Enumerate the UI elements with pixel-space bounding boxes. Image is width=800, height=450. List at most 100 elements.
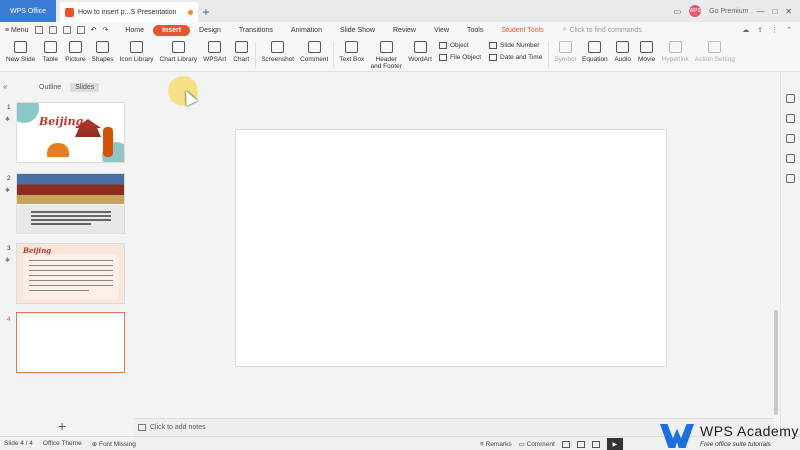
tab-slides[interactable]: Slides bbox=[70, 83, 100, 92]
pane-tabs: Outline Slides bbox=[34, 83, 100, 92]
file-object-button[interactable]: File Object bbox=[438, 54, 481, 61]
audio-icon bbox=[616, 41, 630, 53]
remarks-button[interactable]: ≡ Remarks bbox=[480, 441, 512, 448]
collapse-ribbon-icon[interactable]: ⌃ bbox=[786, 26, 792, 34]
undo-icon[interactable]: ↶ bbox=[91, 26, 97, 34]
shapes-button[interactable]: Shapes bbox=[89, 38, 117, 63]
font-missing-button[interactable]: ⊕ Font Missing bbox=[92, 440, 136, 448]
wordart-button[interactable]: WordArt bbox=[405, 38, 435, 63]
tab-tools[interactable]: Tools bbox=[458, 25, 492, 36]
tab-design[interactable]: Design bbox=[190, 25, 230, 36]
reading-view-icon[interactable] bbox=[591, 440, 600, 448]
print-icon[interactable] bbox=[62, 26, 71, 34]
wordart-icon bbox=[413, 41, 427, 53]
tab-student-tools[interactable]: Student Tools bbox=[492, 25, 552, 36]
table-button[interactable]: Table bbox=[38, 38, 62, 63]
tab-outline[interactable]: Outline bbox=[34, 83, 66, 92]
redo-icon[interactable]: ↷ bbox=[102, 26, 108, 34]
maximize-button[interactable]: □ bbox=[772, 7, 777, 16]
settings-icon[interactable] bbox=[786, 134, 795, 143]
object-button[interactable]: Object bbox=[438, 42, 481, 49]
animation-icon[interactable] bbox=[786, 114, 795, 123]
tab-home[interactable]: Home bbox=[116, 25, 153, 36]
slide-thumbnail-1[interactable]: Beijing bbox=[16, 102, 125, 163]
screenshot-button[interactable]: Screenshot bbox=[258, 38, 297, 63]
current-slide[interactable] bbox=[235, 129, 667, 367]
presentation-icon bbox=[65, 7, 74, 17]
wps-office-tab[interactable]: WPS Office bbox=[0, 0, 56, 22]
tab-transitions[interactable]: Transitions bbox=[230, 25, 282, 36]
scrollbar-thumb[interactable] bbox=[774, 310, 778, 415]
theme-name[interactable]: Office Theme bbox=[43, 440, 82, 447]
header-footer-icon bbox=[379, 41, 393, 53]
tab-insert[interactable]: Insert bbox=[152, 24, 191, 36]
add-slide-button[interactable]: + bbox=[58, 418, 66, 434]
equation-button[interactable]: Equation bbox=[579, 38, 611, 63]
menu-button[interactable]: ≡ Menu bbox=[5, 27, 29, 34]
quick-access-bar: ≡ Menu ↶ ↷ bbox=[0, 26, 108, 34]
slide-thumbnail-4[interactable] bbox=[16, 312, 125, 373]
open-icon[interactable] bbox=[48, 26, 57, 34]
audio-button[interactable]: Audio bbox=[611, 38, 635, 63]
more-icon[interactable]: ⋮ bbox=[771, 26, 778, 34]
action-setting-button[interactable]: Action Setting bbox=[692, 38, 738, 63]
normal-view-icon[interactable] bbox=[561, 440, 570, 448]
header-footer-button[interactable]: Header and Footer bbox=[367, 38, 405, 70]
avatar[interactable]: WPS bbox=[689, 5, 702, 17]
text-line bbox=[29, 260, 113, 261]
icon-library-button[interactable]: Icon Library bbox=[117, 38, 157, 63]
cloud-icon[interactable]: ☁ bbox=[742, 26, 749, 34]
comment-button[interactable]: Comment bbox=[297, 38, 331, 63]
share-icon[interactable]: ⇪ bbox=[757, 26, 763, 34]
close-button[interactable]: ✕ bbox=[785, 7, 792, 16]
wps-academy-watermark: WPS Academy Free office suite tutorials bbox=[660, 422, 800, 450]
text-line bbox=[29, 280, 113, 281]
text-box-button[interactable]: Text Box bbox=[336, 38, 367, 63]
screenshot-icon bbox=[271, 41, 285, 53]
new-tab-button[interactable]: + bbox=[198, 2, 214, 22]
tab-view[interactable]: View bbox=[425, 25, 458, 36]
file-object-icon bbox=[438, 54, 447, 61]
animation-star-icon: ✱ bbox=[5, 188, 11, 194]
minimize-button[interactable]: — bbox=[756, 7, 764, 16]
document-tab[interactable]: How to insert p...S Presentation bbox=[60, 2, 198, 22]
movie-button[interactable]: Movie bbox=[635, 38, 659, 63]
date-time-button[interactable]: Date and Time bbox=[489, 54, 542, 61]
calendar-icon bbox=[489, 54, 498, 61]
slide-thumbnail-2[interactable] bbox=[16, 173, 125, 234]
tab-animation[interactable]: Animation bbox=[282, 25, 331, 36]
vertical-scrollbar[interactable] bbox=[773, 80, 779, 420]
chart-button[interactable]: Chart bbox=[229, 38, 253, 63]
history-icon[interactable] bbox=[786, 154, 795, 163]
title-bar: WPS Office How to insert p...S Presentat… bbox=[0, 0, 800, 22]
slide-number-label: 3 bbox=[7, 245, 11, 252]
picture-button[interactable]: Picture bbox=[62, 38, 88, 63]
picture-icon bbox=[68, 41, 82, 53]
slide-number-button[interactable]: Slide Number bbox=[489, 42, 542, 49]
play-slideshow-button[interactable]: ▶ bbox=[606, 438, 623, 450]
slide-1-title: Beijing bbox=[39, 115, 84, 128]
format-icon[interactable] bbox=[786, 174, 795, 183]
title-right-group: ▭ WPS Go Premium — □ ✕ bbox=[674, 0, 800, 22]
chart-library-button[interactable]: Chart Library bbox=[157, 38, 201, 63]
wpsart-button[interactable]: WPSArt bbox=[200, 38, 229, 63]
unsaved-dot-icon bbox=[188, 9, 193, 15]
object-icon bbox=[438, 42, 447, 49]
comment-status-button[interactable]: ▭ Comment bbox=[519, 440, 555, 448]
slide-number-label: 2 bbox=[7, 175, 11, 182]
tab-slide-show[interactable]: Slide Show bbox=[331, 25, 384, 36]
hyperlink-button[interactable]: Hyperlink bbox=[659, 38, 692, 63]
collapse-pane-icon[interactable]: « bbox=[3, 82, 7, 91]
preview-icon[interactable] bbox=[76, 26, 85, 34]
sorter-view-icon[interactable] bbox=[576, 440, 585, 448]
tab-review[interactable]: Review bbox=[384, 25, 425, 36]
properties-icon[interactable] bbox=[786, 94, 795, 103]
command-search[interactable]: ⌕ Click to find commands bbox=[563, 26, 642, 34]
ribbon-separator bbox=[255, 42, 257, 68]
save-icon[interactable] bbox=[34, 26, 43, 34]
layout-icon[interactable]: ▭ bbox=[674, 7, 682, 16]
go-premium-button[interactable]: Go Premium bbox=[709, 8, 748, 15]
new-slide-button[interactable]: New Slide bbox=[3, 38, 38, 63]
symbol-button[interactable]: Symbol bbox=[551, 38, 579, 63]
slide-thumbnail-3[interactable]: Beijing bbox=[16, 243, 125, 304]
